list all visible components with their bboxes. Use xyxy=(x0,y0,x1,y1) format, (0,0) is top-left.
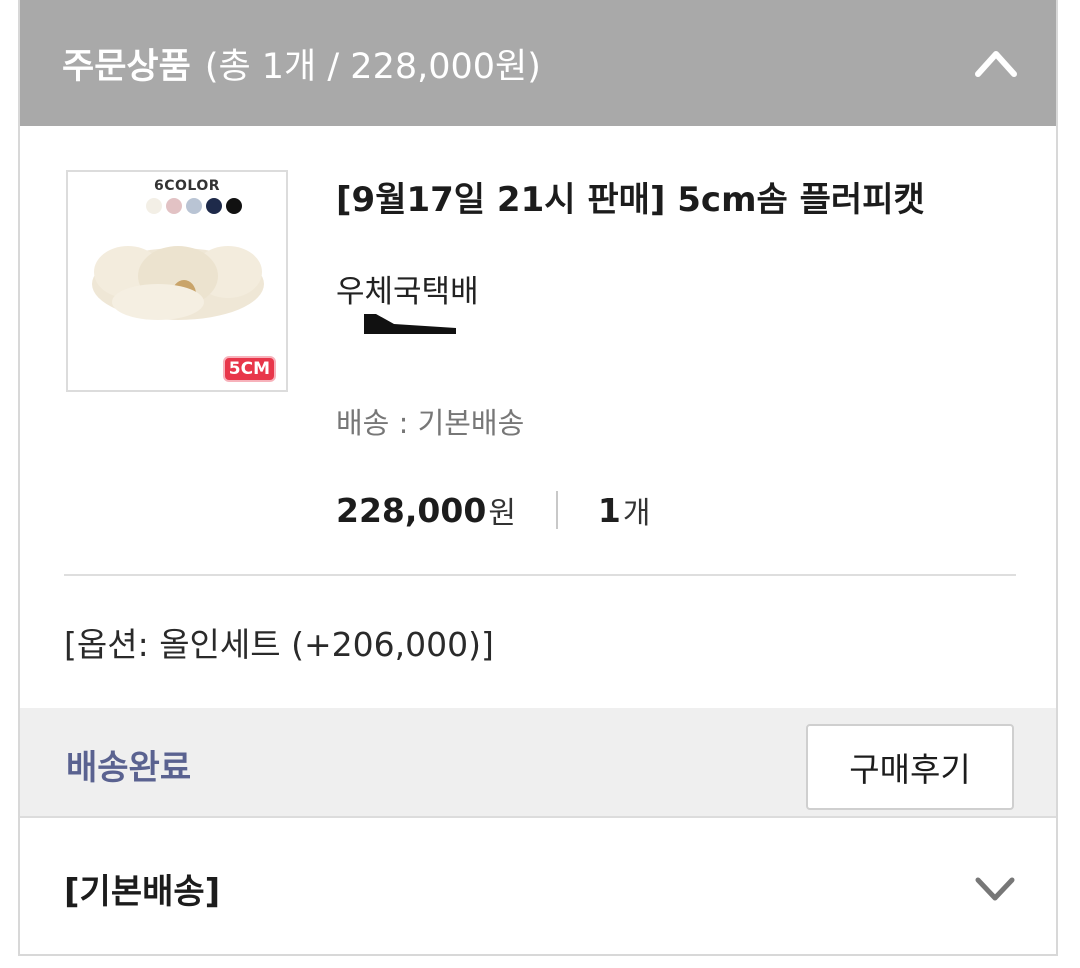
product-item: 6COLOR 5CM [9월17일 21시 판매] 5cm솜 플러피캣 우체국택… xyxy=(20,126,1056,576)
delivery-status: 배송완료 xyxy=(66,748,192,788)
divider xyxy=(64,574,1016,576)
carrier-name: 우체국택배 xyxy=(336,274,479,310)
chevron-up-icon[interactable] xyxy=(974,42,1018,82)
delivery-group-title: [기본배송] xyxy=(64,872,221,912)
header-summary: (총 1개 / 228,000원) xyxy=(204,46,541,87)
price-quantity-row: 228,000 원 1 개 xyxy=(336,488,651,532)
product-option: [옵션: 올인세트 (+206,000)] xyxy=(64,625,494,664)
quantity-unit: 개 xyxy=(622,496,651,531)
product-price: 228,000 xyxy=(336,490,487,530)
product-thumbnail[interactable]: 6COLOR 5CM xyxy=(66,170,288,392)
product-quantity: 1 xyxy=(597,490,621,530)
order-status-bar: 배송완료 구매후기 xyxy=(20,708,1056,816)
order-products-header[interactable]: 주문상품 (총 1개 / 228,000원) xyxy=(20,0,1056,126)
price-qty-separator xyxy=(555,491,558,529)
header-title: 주문상품 xyxy=(62,46,191,87)
chevron-down-icon[interactable] xyxy=(974,874,1016,904)
write-review-button[interactable]: 구매후기 xyxy=(806,724,1014,810)
redacted-tracking-mark xyxy=(364,314,456,334)
order-products-panel: 주문상품 (총 1개 / 228,000원) 6COLOR 5CM [9월17일… xyxy=(18,0,1058,956)
size-badge: 5CM xyxy=(222,356,276,382)
shipping-method: 배송 : 기본배송 xyxy=(336,406,525,440)
price-unit: 원 xyxy=(488,496,516,531)
product-name[interactable]: [9월17일 21시 판매] 5cm솜 플러피캣 xyxy=(336,172,925,221)
delivery-group[interactable]: [기본배송] xyxy=(20,818,1056,954)
